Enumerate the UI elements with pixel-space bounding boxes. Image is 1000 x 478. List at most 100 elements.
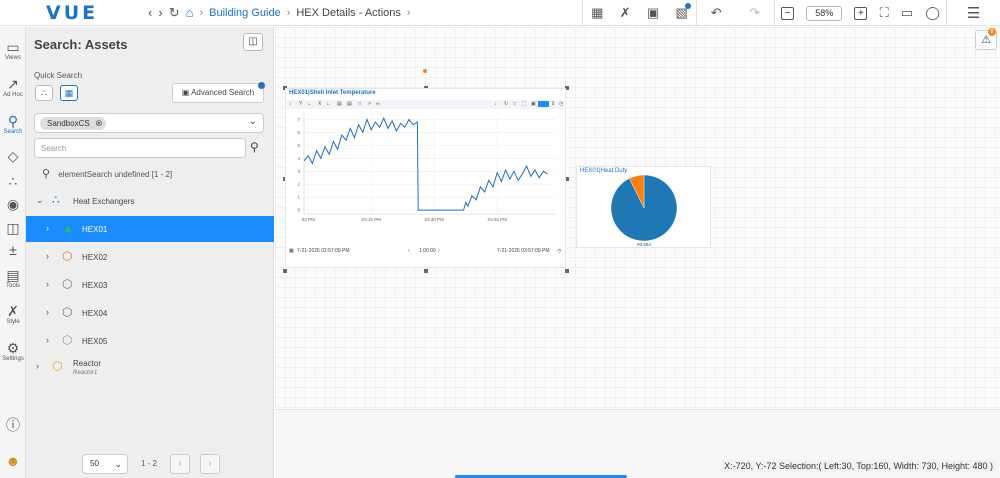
- rail-item-style[interactable]: ✗ Style: [0, 303, 26, 325]
- collapse-panel-button[interactable]: ◫: [243, 33, 263, 51]
- trend-end-time[interactable]: 7-21-2026 03:57:09 PM: [497, 248, 550, 254]
- tree-group-heat-exchangers[interactable]: ⌄ ∴ Heat Exchangers: [26, 188, 274, 214]
- download-icon[interactable]: ↓: [494, 101, 497, 107]
- chevron-right-icon[interactable]: ›: [36, 361, 39, 371]
- chevron-right-icon[interactable]: ›: [46, 223, 49, 233]
- rail-item-views[interactable]: ▭ Views: [0, 39, 26, 61]
- fullscreen-icon[interactable]: ⛶: [522, 101, 526, 107]
- present-icon[interactable]: ▭: [901, 5, 913, 21]
- clock-icon[interactable]: ◷: [559, 101, 563, 107]
- chevron-right-icon[interactable]: ›: [46, 279, 49, 289]
- tree-item-hex05[interactable]: › ⬡ HEX05: [26, 328, 274, 354]
- rail-item-tools[interactable]: ▤ Tools: [0, 267, 26, 289]
- trend-start-time[interactable]: 7-21-2026 02:57:09 PM: [297, 248, 350, 254]
- chevron-right-icon[interactable]: ›: [46, 251, 49, 261]
- grid-icon: ▦: [64, 88, 74, 98]
- chevron-left-icon[interactable]: ‹: [148, 5, 152, 20]
- rail-item-ad-hoc[interactable]: ↗ Ad Hoc: [0, 76, 26, 98]
- trend-line-icon[interactable]: ↗: [367, 101, 371, 107]
- search-input[interactable]: [34, 138, 246, 158]
- zoom-level[interactable]: 58%: [806, 5, 843, 21]
- rail-item-help[interactable]: ⓘ: [0, 417, 26, 433]
- tree-label: HEX01: [82, 225, 108, 234]
- trend-duration[interactable]: 1:00:00: [419, 248, 436, 254]
- rail-item-hierarchy[interactable]: ∴: [0, 173, 26, 189]
- rail-item-database[interactable]: ◫: [0, 220, 26, 236]
- fit-screen-icon[interactable]: ⛶: [880, 5, 889, 21]
- clock-icon[interactable]: ◷: [557, 248, 561, 254]
- chevron-right-icon[interactable]: ›: [46, 335, 49, 345]
- x-axis-icon[interactable]: X: [318, 101, 321, 107]
- save-icon[interactable]: ▧: [676, 3, 691, 21]
- scatter-icon[interactable]: ∟: [326, 101, 331, 107]
- quick-search-hierarchy-button[interactable]: ∴: [35, 85, 53, 101]
- chevron-down-icon[interactable]: ⌄: [36, 195, 44, 206]
- resize-handle[interactable]: [283, 269, 287, 273]
- zoom-in-button[interactable]: +: [854, 6, 868, 20]
- chevron-right-icon[interactable]: ›: [438, 248, 440, 254]
- lock-icon[interactable]: ▣: [647, 5, 659, 21]
- tree-item-hex04[interactable]: › ⬡ HEX04: [26, 300, 274, 326]
- rail-item-settings[interactable]: ⚙ Settings: [0, 340, 26, 362]
- export-icon[interactable]: □: [358, 101, 361, 107]
- next-page-button[interactable]: ›: [200, 454, 220, 474]
- bar-style-icon[interactable]: ▤: [337, 101, 342, 107]
- redo-icon[interactable]: ↷: [749, 5, 760, 21]
- rail-item-calculator[interactable]: ±: [0, 242, 26, 258]
- notification-count: 8: [988, 28, 996, 36]
- design-canvas[interactable]: ⚠ 8 HEX01|Shell Inlet Temperature ↕ Y ∟ …: [275, 27, 1000, 478]
- home-icon[interactable]: ⌂: [186, 5, 194, 20]
- tree-label: HEX03: [82, 281, 108, 290]
- hamburger-menu-icon[interactable]: ☰: [967, 4, 980, 22]
- rail-item-tag[interactable]: ◇: [0, 148, 26, 164]
- comment-icon[interactable]: □: [513, 101, 516, 107]
- panel-title: Search: Assets: [34, 37, 128, 52]
- style-icon: ✗: [7, 303, 19, 319]
- rail-item-profile[interactable]: ◉: [0, 196, 26, 212]
- tree-sublabel: Reactor1: [73, 370, 98, 376]
- chevron-down-icon[interactable]: ⌄: [249, 116, 257, 127]
- axis-options-icon[interactable]: ↕: [289, 101, 292, 107]
- toolbox-icon: ▤: [6, 267, 20, 283]
- resize-handle[interactable]: [565, 269, 569, 273]
- tree-item-reactor[interactable]: › ⬡ Reactor Reactor1: [26, 354, 274, 380]
- advanced-search-button[interactable]: ▣ Advanced Search: [172, 83, 264, 103]
- sort-icon[interactable]: ⇕: [551, 101, 555, 107]
- page-size-select[interactable]: 50 ⌄: [82, 454, 128, 474]
- chip-remove-icon[interactable]: ⊗: [95, 118, 103, 129]
- refresh-icon[interactable]: ↻: [169, 5, 180, 21]
- trend-widget[interactable]: HEX01|Shell Inlet Temperature ↕ Y ∟ X ∟ …: [285, 88, 566, 268]
- chevron-left-icon[interactable]: ‹: [408, 248, 410, 254]
- page-size-value: 50: [90, 459, 99, 468]
- breadcrumb-building-guide[interactable]: Building Guide: [209, 7, 281, 19]
- tree-item-hex01[interactable]: › ▲ HEX01: [26, 216, 274, 242]
- tag-icon: ◇: [7, 148, 19, 164]
- tools-icon[interactable]: ✗: [620, 5, 631, 21]
- zoom-out-button[interactable]: −: [781, 6, 795, 20]
- tree-item-hex03[interactable]: › ⬡ HEX03: [26, 272, 274, 298]
- resize-handle[interactable]: [424, 269, 428, 273]
- rail-item-search[interactable]: ⚲ Search: [0, 113, 26, 135]
- camera-icon[interactable]: ▣: [531, 101, 536, 107]
- y-axis-icon[interactable]: Y: [299, 101, 302, 107]
- pie-widget[interactable]: HEX01|Heat Duty 93.854T.4055: [576, 166, 711, 248]
- history-icon[interactable]: ↻: [504, 101, 508, 107]
- rail-item-user[interactable]: ☻: [0, 453, 26, 469]
- search-icon[interactable]: ⚲: [250, 140, 259, 154]
- rotate-handle[interactable]: [423, 69, 427, 73]
- calendar-icon[interactable]: ▦: [289, 248, 294, 254]
- quick-search-assets-button[interactable]: ▦: [60, 85, 78, 101]
- calendar-icon[interactable]: ▦: [591, 5, 603, 21]
- database-select[interactable]: SandboxCS ⊗ ⌄: [34, 113, 264, 133]
- line-style-icon[interactable]: ∟: [307, 101, 312, 107]
- area-style-icon[interactable]: ▤: [347, 101, 352, 107]
- gear-icon: ⚙: [6, 340, 20, 356]
- live-mode-button[interactable]: [538, 101, 549, 107]
- prev-page-button[interactable]: ‹: [170, 454, 190, 474]
- link-icon[interactable]: ∞: [376, 101, 380, 107]
- chevron-right-icon[interactable]: ›: [46, 307, 49, 317]
- chat-icon[interactable]: ◯: [925, 5, 940, 21]
- undo-icon[interactable]: ↶: [711, 5, 722, 21]
- chevron-right-icon[interactable]: ›: [158, 5, 162, 20]
- tree-item-hex02[interactable]: › ⬡ HEX02: [26, 244, 274, 270]
